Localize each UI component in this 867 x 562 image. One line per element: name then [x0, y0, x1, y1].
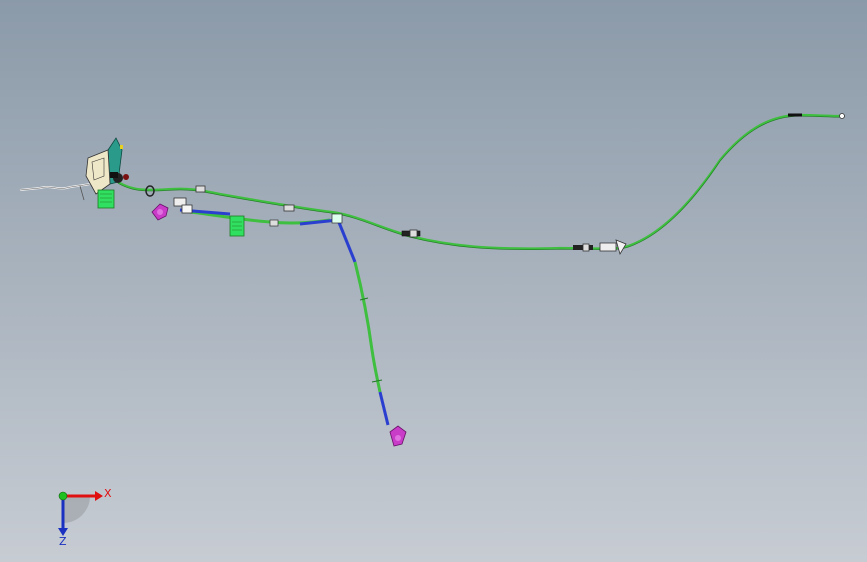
connector-green-mid[interactable] [229, 215, 245, 237]
connector-green-left[interactable] [97, 189, 115, 209]
junction-node[interactable] [331, 213, 343, 224]
clip-5[interactable] [269, 219, 279, 227]
cad-viewport[interactable]: X Z [0, 0, 867, 562]
triad-x-label: X [104, 487, 112, 500]
triad-z-label: Z [59, 535, 67, 548]
viewport-background [0, 0, 867, 562]
harness-end-terminal[interactable] [839, 113, 845, 119]
clip-1[interactable] [195, 185, 206, 193]
clip-2[interactable] [283, 204, 295, 212]
triad-y-axis-dot [58, 491, 68, 501]
clip-4[interactable] [573, 243, 593, 252]
clip-3[interactable] [401, 229, 421, 238]
bracket-tab [120, 145, 123, 149]
model-canvas[interactable]: X Z [0, 0, 867, 562]
